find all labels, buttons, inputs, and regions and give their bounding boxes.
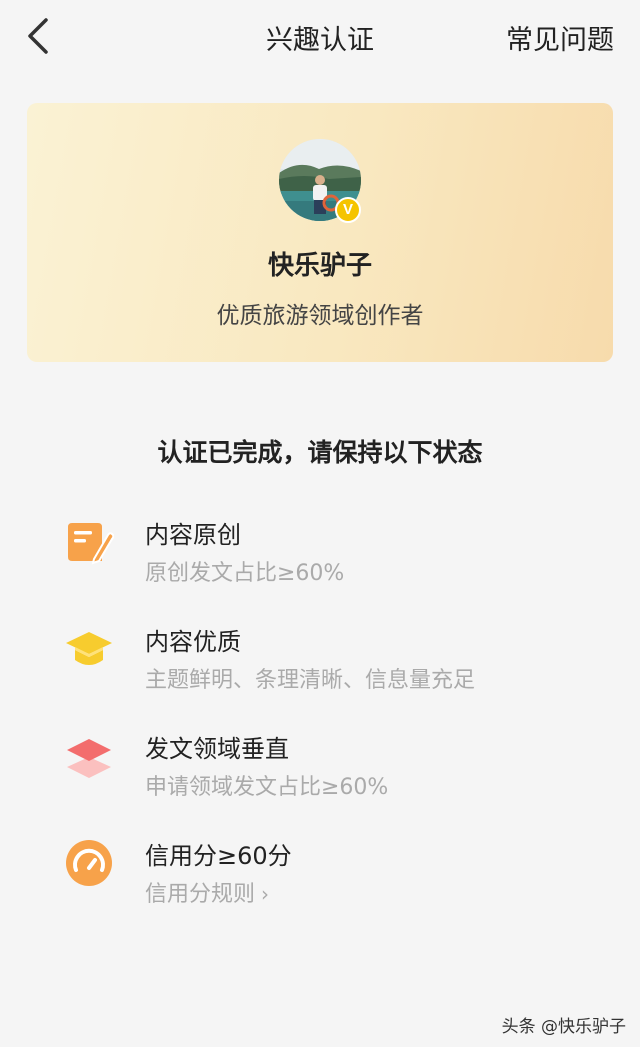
requirement-title: 发文领域垂直: [145, 735, 289, 763]
requirement-title: 内容优质: [145, 628, 241, 656]
user-description: 优质旅游领域创作者: [216, 303, 424, 329]
requirement-item-quality: 内容优质 主题鲜明、条理清晰、信息量充足: [0, 622, 640, 712]
faq-button[interactable]: 常见问题: [506, 18, 614, 57]
credit-rules-link[interactable]: 信用分规则 ›: [145, 876, 269, 908]
chevron-left-icon: [28, 18, 48, 54]
requirement-subtitle: 原创发文占比≥60%: [145, 561, 345, 586]
back-button[interactable]: [22, 14, 58, 58]
credit-rules-label: 信用分规则: [145, 882, 256, 907]
verified-badge: V: [335, 197, 361, 223]
requirement-subtitle: 主题鲜明、条理清晰、信息量充足: [145, 668, 476, 693]
layers-icon: [67, 739, 111, 778]
watermark: 头条 @快乐驴子: [501, 1017, 626, 1037]
navigation-bar: 兴趣认证 常见问题: [0, 0, 640, 72]
requirement-item-original: 内容原创 原创发文占比≥60%: [0, 515, 640, 605]
document-pen-icon: [68, 523, 114, 565]
avatar-container: V: [279, 139, 361, 223]
graduation-cap-icon: [66, 632, 112, 665]
requirement-title: 内容原创: [145, 521, 241, 549]
status-heading: 认证已完成，请保持以下状态: [157, 438, 483, 467]
requirement-subtitle: 申请领域发文占比≥60%: [145, 775, 389, 800]
profile-card: V 快乐驴子 优质旅游领域创作者: [27, 103, 613, 362]
requirement-item-credit: 信用分≥60分 信用分规则 ›: [0, 836, 640, 926]
user-name: 快乐驴子: [267, 251, 372, 281]
requirement-title: 信用分≥60分: [145, 842, 292, 870]
gauge-icon: [66, 840, 112, 886]
chevron-right-icon: ›: [261, 882, 270, 906]
requirement-item-vertical: 发文领域垂直 申请领域发文占比≥60%: [0, 729, 640, 819]
